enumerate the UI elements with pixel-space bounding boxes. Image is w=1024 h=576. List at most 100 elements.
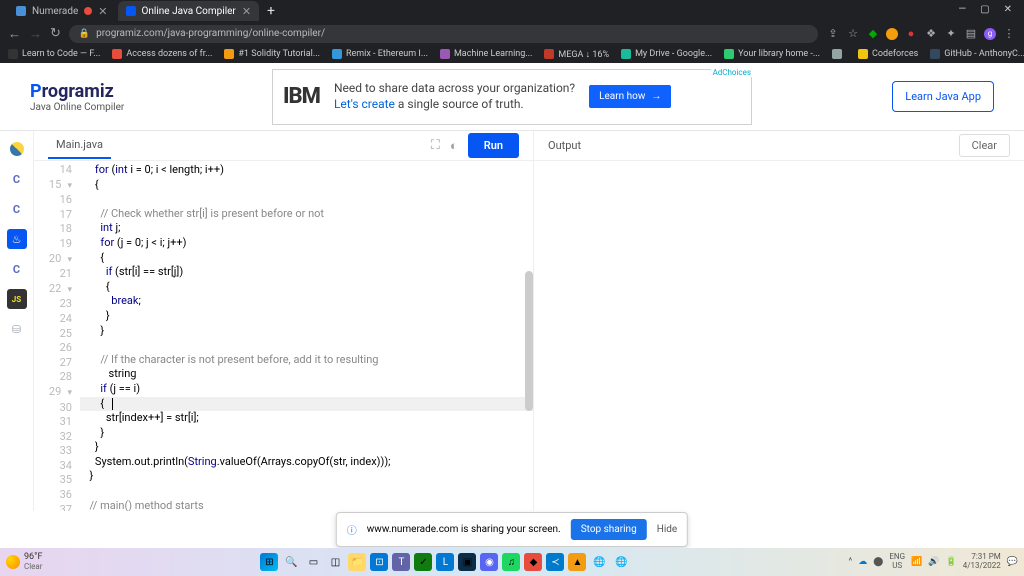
editor-toolbar: Main.java ⛶ ◐ Run [34,131,533,161]
chrome-icon[interactable]: 🌐 [590,553,608,571]
logo[interactable]: Programiz Java Online Compiler [30,81,124,113]
new-tab-button[interactable]: + [261,3,281,19]
app-icon[interactable]: ✓ [414,553,432,571]
lang-cpp-icon[interactable]: C [7,199,27,219]
ext-icon[interactable]: ◆ [866,27,880,41]
notifications-icon[interactable]: 💬 [1007,557,1018,567]
run-button[interactable]: Run [468,133,519,158]
bookmark-item[interactable]: Learn to Code — F... [8,49,100,59]
tab-title: Numerade [32,6,78,17]
chrome-icon[interactable]: 🌐 [612,553,630,571]
bookmark-item[interactable] [832,49,846,59]
lock-icon: 🔒 [79,29,90,39]
language-indicator[interactable]: ENGUS [889,553,905,571]
ad-logo: IBM [283,84,320,109]
clock[interactable]: 7:31 PM4/13/2022 [963,553,1001,571]
lang-csharp-icon[interactable]: C [7,259,27,279]
address-bar[interactable]: 🔒 programiz.com/java-programming/online-… [69,25,818,43]
address-bar-row: ← → ↻ 🔒 programiz.com/java-programming/o… [0,22,1024,45]
ext-icon[interactable] [886,28,898,40]
back-icon[interactable]: ← [8,26,21,42]
app-icon[interactable]: ▣ [458,553,476,571]
file-tab[interactable]: Main.java [48,132,111,159]
bookmark-item[interactable]: Machine Learning... [440,49,532,59]
weather-cond: Clear [24,563,42,572]
hide-button[interactable]: Hide [657,524,678,535]
reload-icon[interactable]: ↻ [50,26,61,41]
output-header: Output Clear [534,131,1024,161]
ad-text: Need to share data across your organizat… [334,81,575,112]
tab-bar: Numerade ✕ Online Java Compiler ✕ + [0,0,1024,22]
ext-icon[interactable]: ● [904,27,918,41]
info-icon: ⓘ [347,522,357,537]
app-icon[interactable]: ◉ [480,553,498,571]
learn-java-button[interactable]: Learn Java App [892,81,994,112]
lang-sql-icon[interactable]: ⛁ [7,319,27,339]
app-icon[interactable]: ▲ [568,553,586,571]
clear-button[interactable]: Clear [959,134,1010,157]
stop-sharing-button[interactable]: Stop sharing [571,519,647,540]
weather-widget[interactable]: 96°F Clear [6,553,42,572]
onedrive-icon[interactable]: ☁ [858,557,867,567]
app-icon[interactable]: ≺ [546,553,564,571]
volume-icon[interactable]: 🔊 [928,557,939,567]
share-icon[interactable]: ⇪ [826,27,840,41]
browser-tab-numerade[interactable]: Numerade ✕ [8,1,116,21]
app-icon[interactable]: ♫ [502,553,520,571]
code-text[interactable]: for (int i = 0; i < length; i++) { // Ch… [80,161,533,511]
ext-icon[interactable]: ❖ [924,27,938,41]
app-icon[interactable]: L [436,553,454,571]
store-icon[interactable]: ⊡ [370,553,388,571]
theme-icon[interactable]: ◐ [450,138,458,154]
editor-main: Main.java ⛶ ◐ Run 1415 ▾1617181920 ▾2122… [34,131,534,511]
lang-c-icon[interactable]: C [7,169,27,189]
menu-icon[interactable]: ⋮ [1002,27,1016,41]
code-editor[interactable]: 1415 ▾1617181920 ▾2122 ▾23242526272829 ▾… [34,161,533,511]
lang-js-icon[interactable]: JS [7,289,27,309]
toolbar-icons: ⇪ ☆ ◆ ● ❖ ✦ ▤ g ⋮ [826,27,1016,41]
tab-close-icon[interactable]: ✕ [242,5,251,18]
bookmark-item[interactable]: Codeforces [858,49,918,59]
tab-title: Online Java Compiler [142,6,236,17]
browser-tab-compiler[interactable]: Online Java Compiler ✕ [118,1,260,21]
app-icon[interactable]: T [392,553,410,571]
lang-python-icon[interactable] [7,139,27,159]
site-icon [126,6,136,16]
search-icon[interactable]: 🔍 [282,553,300,571]
fullscreen-icon[interactable]: ⛶ [431,138,440,153]
bookmark-item[interactable]: Access dozens of fr... [112,49,212,59]
bookmark-item[interactable]: My Drive - Google... [621,49,712,59]
ad-cta-button[interactable]: Learn how→ [589,85,671,108]
lang-java-icon[interactable]: ♨ [7,229,27,249]
forward-icon[interactable]: → [29,26,42,42]
minimize-icon[interactable]: — [958,4,966,15]
wifi-icon[interactable]: 📶 [911,557,922,567]
start-icon[interactable]: ⊞ [260,553,278,571]
puzzle-icon[interactable]: ✦ [944,27,958,41]
scrollbar-thumb[interactable] [525,271,533,411]
tray-icon[interactable]: ⬤ [873,557,883,567]
bookmark-item[interactable]: Remix - Ethereum I... [332,49,428,59]
close-icon[interactable]: ✕ [1004,4,1012,15]
tray-chevron-icon[interactable]: ^ [849,557,853,567]
tab-close-icon[interactable]: ✕ [98,5,107,18]
ext-icon[interactable]: ▤ [964,27,978,41]
widgets-icon[interactable]: ◫ [326,553,344,571]
bookmark-item[interactable]: MEGA ↓ 16% [544,49,609,60]
ad-banner[interactable]: AdChoices IBM Need to share data across … [272,69,752,125]
output-pane: Output Clear [534,131,1024,511]
maximize-icon[interactable]: ▢ [980,4,989,15]
share-text: www.numerade.com is sharing your screen. [367,524,561,535]
browser-chrome: — ▢ ✕ Numerade ✕ Online Java Compiler ✕ … [0,0,1024,45]
explorer-icon[interactable]: 📁 [348,553,366,571]
bookmark-item[interactable]: GitHub - AnthonyC... [930,49,1024,59]
profile-icon[interactable]: g [984,28,996,40]
bookmark-item[interactable]: Your library home -... [724,49,820,59]
adchoices-label[interactable]: AdChoices [711,68,753,77]
taskview-icon[interactable]: ▭ [304,553,322,571]
app-icon[interactable]: ◆ [524,553,542,571]
bookmark-item[interactable]: #1 Solidity Tutorial... [224,49,320,59]
star-icon[interactable]: ☆ [846,27,860,41]
line-gutter: 1415 ▾1617181920 ▾2122 ▾23242526272829 ▾… [34,161,80,511]
battery-icon[interactable]: 🔋 [945,557,956,567]
